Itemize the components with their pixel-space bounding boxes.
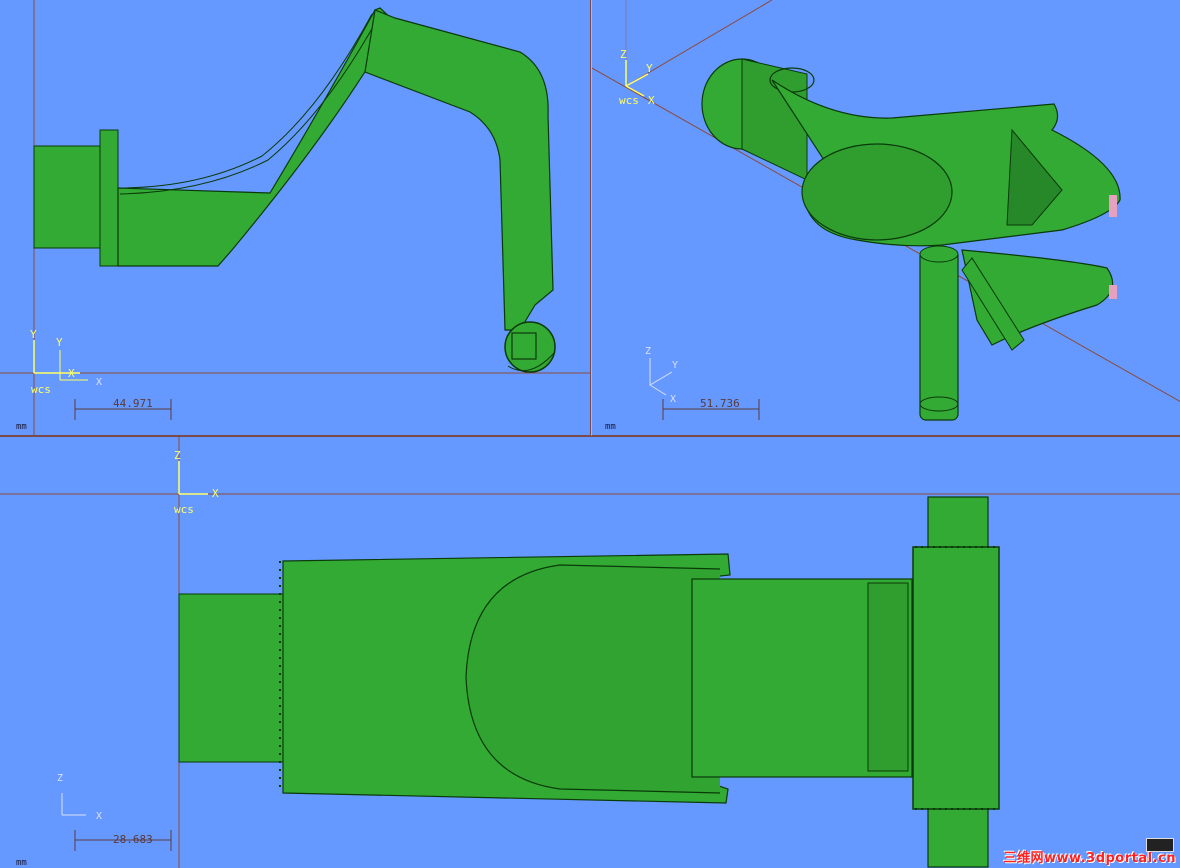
top-roller [912, 546, 1000, 810]
top-axis-x2-label: X [96, 811, 102, 822]
iso-axis-triad-top: Z Y X wcs [619, 48, 655, 107]
viewport-top[interactable]: Z X wcs Z X 28.683 mm [0, 436, 1180, 868]
iso-axis-x-label: X [648, 94, 655, 107]
iso-unit-label: mm [605, 422, 616, 432]
side-axis-triad: Y Y X X wcs [30, 328, 102, 396]
iso-pink-edge-2 [1109, 285, 1117, 299]
side-arm [364, 9, 554, 331]
side-wheel-hub [511, 332, 537, 360]
iso-scale-bar: 51.736 [662, 397, 760, 420]
side-wcs-label: wcs [31, 383, 51, 396]
top-scale-value: 28.683 [113, 833, 153, 846]
side-axis-x2-label: X [96, 377, 102, 388]
top-axis-z-label: Z [174, 449, 181, 462]
iso-wcs-label: wcs [619, 94, 639, 107]
iso-axis-y-label: Y [646, 62, 653, 75]
side-view-canvas[interactable]: Y Y X X wcs 44.971 mm [0, 0, 591, 436]
side-axis-y2-label: Y [56, 336, 63, 349]
side-scale-bar: 44.971 [74, 397, 172, 420]
iso-scale-value: 51.736 [700, 397, 740, 410]
iso-axis-z-label: Z [620, 48, 627, 61]
iso-pin-cylinder [919, 249, 959, 421]
top-axis-z2-label: Z [57, 773, 63, 784]
top-inner-plate-edge [867, 582, 909, 772]
side-flange [99, 129, 119, 267]
side-axis-x-label: X [68, 367, 75, 380]
iso-view-canvas[interactable]: Z Y X wcs Z Y X 51.736 mm [592, 0, 1180, 436]
iso-axis-z2-label: Z [645, 346, 651, 357]
top-axis-triad-top: Z X wcs [174, 449, 219, 516]
side-unit-label: mm [16, 422, 27, 432]
viewport-iso[interactable]: Z Y X wcs Z Y X 51.736 mm [591, 0, 1180, 436]
top-bucket-arch [465, 564, 721, 794]
top-axis-triad-bottom: Z X [57, 773, 102, 822]
top-cylinder [178, 593, 284, 763]
iso-axis-y2-label: Y [672, 360, 678, 371]
side-scale-value: 44.971 [113, 397, 153, 410]
iso-axis-triad-bottom: Z Y X [645, 346, 678, 405]
top-view-canvas[interactable]: Z X wcs Z X 28.683 mm [0, 437, 1180, 868]
iso-pin-top [919, 245, 959, 263]
iso-pink-edge-1 [1109, 195, 1117, 217]
viewport-side[interactable]: Y Y X X wcs 44.971 mm [0, 0, 591, 436]
watermark-text: 三维网www.3dportal.cn [1003, 851, 1176, 866]
top-axis-x-label: X [212, 487, 219, 500]
top-scale-bar: 28.683 [74, 830, 172, 851]
side-cylinder [33, 145, 103, 249]
iso-bucket-mouth [801, 143, 953, 241]
top-unit-label: mm [16, 858, 27, 868]
top-wcs-label: wcs [174, 503, 194, 516]
iso-axis-x2-label: X [670, 394, 676, 405]
side-axis-y1-label: Y [30, 328, 37, 341]
